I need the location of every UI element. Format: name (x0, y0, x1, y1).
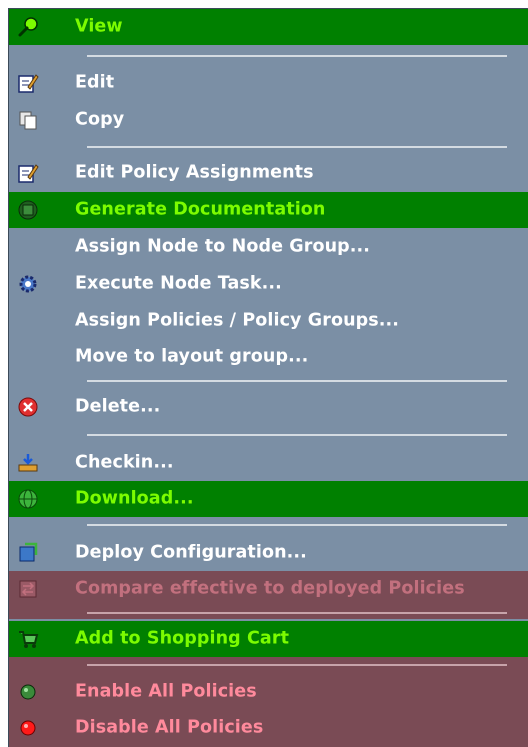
menu-item-edit-policy-assignments[interactable]: Edit Policy Assignments (9, 155, 528, 191)
menu-item-move-layout-group[interactable]: Move to layout group... (9, 339, 528, 375)
menu-item-label: Copy (75, 109, 125, 130)
menu-item-edit[interactable]: Edit (9, 65, 528, 101)
menu-item-compare-policies[interactable]: Compare effective to deployed Policies (9, 571, 528, 607)
documentation-icon (17, 199, 39, 221)
green-dot-icon (17, 681, 39, 703)
download-icon (17, 488, 39, 510)
menu-item-label: Assign Policies / Policy Groups... (75, 310, 400, 331)
menu-item-assign-policies[interactable]: Assign Policies / Policy Groups... (9, 303, 528, 339)
menu-item-label: Compare effective to deployed Policies (75, 578, 465, 599)
menu-item-label: Download... (75, 488, 194, 509)
menu-item-label: Delete... (75, 396, 161, 417)
menu-item-label: Add to Shopping Cart (75, 628, 290, 649)
menu-item-download[interactable]: Download... (9, 481, 528, 517)
menu-item-label: Assign Node to Node Group... (75, 236, 370, 257)
menu-item-label: Checkin... (75, 452, 174, 473)
menu-item-label: Disable All Policies (75, 717, 264, 738)
menu-item-label: Deploy Configuration... (75, 542, 307, 563)
separator (87, 146, 507, 148)
menu-item-label: Generate Documentation (75, 199, 326, 220)
menu-item-label: Execute Node Task... (75, 273, 282, 294)
shopping-cart-icon (17, 628, 39, 650)
gear-icon (17, 273, 39, 295)
menu-item-label: Edit Policy Assignments (75, 162, 314, 183)
menu-item-label: View (75, 16, 123, 37)
menu-item-label: Edit (75, 72, 115, 93)
context-menu: View Edit Copy Edit Policy Assignments G… (8, 8, 528, 747)
separator (87, 524, 507, 526)
edit-pencil-icon (17, 72, 39, 94)
menu-item-assign-node-group[interactable]: Assign Node to Node Group... (9, 229, 528, 265)
menu-item-label: Move to layout group... (75, 346, 309, 367)
deploy-icon (17, 542, 39, 564)
menu-item-view[interactable]: View (9, 9, 528, 45)
menu-item-add-shopping-cart[interactable]: Add to Shopping Cart (9, 621, 528, 657)
copy-icon (17, 109, 39, 131)
menu-item-enable-all-policies[interactable]: Enable All Policies (9, 674, 528, 710)
separator (87, 612, 507, 614)
menu-item-checkin[interactable]: Checkin... (9, 445, 528, 481)
edit-pencil-icon (17, 162, 39, 184)
menu-item-deploy-configuration[interactable]: Deploy Configuration... (9, 535, 528, 571)
menu-item-generate-documentation[interactable]: Generate Documentation (9, 192, 528, 228)
separator (87, 434, 507, 436)
delete-icon (17, 396, 39, 418)
menu-item-copy[interactable]: Copy (9, 102, 528, 138)
compare-icon (17, 578, 39, 600)
red-dot-icon (17, 717, 39, 739)
separator (87, 664, 507, 666)
menu-item-execute-node-task[interactable]: Execute Node Task... (9, 266, 528, 302)
menu-item-disable-all-policies[interactable]: Disable All Policies (9, 710, 528, 746)
menu-item-label: Enable All Policies (75, 681, 257, 702)
checkin-icon (17, 452, 39, 474)
separator (87, 55, 507, 57)
separator (87, 380, 507, 382)
magnifier-icon (17, 16, 39, 38)
menu-item-delete[interactable]: Delete... (9, 389, 528, 425)
